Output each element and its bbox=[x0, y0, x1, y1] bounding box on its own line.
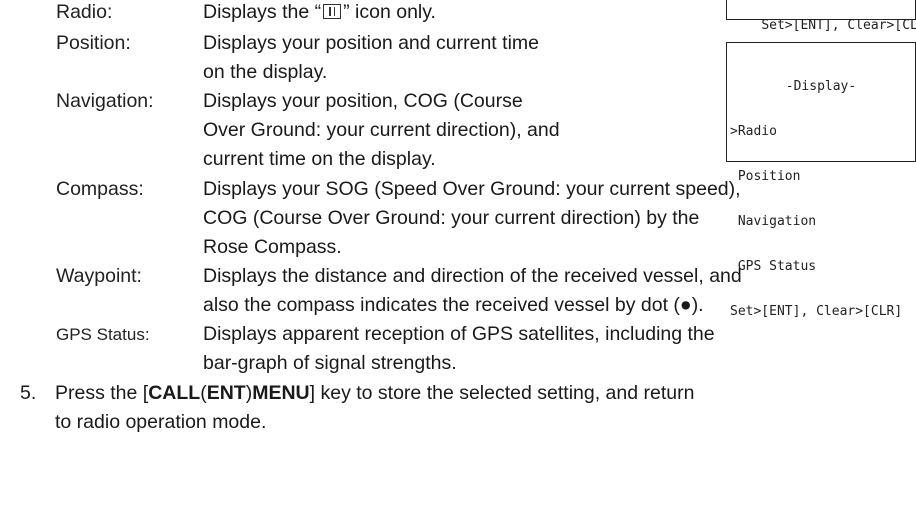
step-5-post: ] key to store the selected setting, and… bbox=[309, 382, 695, 404]
desc-gps-status-line2: bar-graph of signal strengths. bbox=[203, 352, 457, 374]
entry-radio: Radio: Displays the “ ” icon only. bbox=[56, 0, 436, 27]
term-position: Position: bbox=[56, 32, 131, 54]
entry-waypoint: Waypoint: Displays the distance and direc… bbox=[56, 262, 742, 291]
step-5: 5. Press the [CALL(ENT)MENU] key to store… bbox=[20, 379, 694, 408]
lcd-item-position: Position bbox=[730, 169, 801, 184]
step-5-pre: Press the [ bbox=[55, 382, 149, 404]
desc-radio-pre: Displays the “ bbox=[203, 1, 322, 23]
desc-radio: Displays the “ ” icon only. bbox=[203, 0, 436, 27]
desc-compass-line1: Displays your SOG (Speed Over Ground: yo… bbox=[203, 178, 741, 200]
entry-gps-status: GPS Status: Displays apparent reception o… bbox=[56, 320, 715, 349]
desc-navigation-line1: Displays your position, COG (Course bbox=[203, 90, 523, 112]
lcd-footer: Set>[ENT], Clear>[CLR] bbox=[730, 304, 903, 319]
radio-icon bbox=[323, 4, 342, 19]
desc-gps-status-line1: Displays apparent reception of GPS satel… bbox=[203, 323, 715, 345]
entry-position: Position: Displays your position and curr… bbox=[56, 29, 539, 58]
desc-waypoint-line1: Displays the distance and direction of t… bbox=[203, 265, 742, 287]
lcd-top-footer: Set>[ENT], Clear>[CLR] bbox=[761, 18, 916, 33]
term-gps-status: GPS Status: bbox=[56, 325, 150, 344]
desc-radio-post: ” icon only. bbox=[343, 1, 436, 23]
desc-waypoint-line2: also the compass indicates the received … bbox=[203, 294, 704, 316]
term-navigation: Navigation: bbox=[56, 90, 154, 112]
desc-position-line2: on the display. bbox=[203, 61, 328, 83]
lcd-screen-top: Set>[ENT], Clear>[CLR] bbox=[726, 0, 916, 33]
entry-compass: Compass: Displays your SOG (Speed Over Gr… bbox=[56, 175, 741, 204]
lcd-screen-display-menu: -Display- >Radio Position Navigation GPS… bbox=[726, 42, 916, 319]
step-number: 5. bbox=[20, 382, 37, 404]
lcd-item-radio: >Radio bbox=[730, 124, 777, 139]
manual-page: Radio: Displays the “ ” icon only. Positio… bbox=[0, 0, 916, 519]
entry-navigation: Navigation: Displays your position, COG (… bbox=[56, 87, 523, 116]
lcd-title: -Display- bbox=[785, 79, 857, 94]
term-compass: Compass: bbox=[56, 178, 144, 200]
lcd-item-gps-status: GPS Status bbox=[730, 259, 817, 274]
step-5-line2: to radio operation mode. bbox=[55, 411, 267, 433]
lcd-item-navigation: Navigation bbox=[730, 214, 817, 229]
desc-position-line1: Displays your position and current time bbox=[203, 32, 539, 54]
desc-navigation-line3: current time on the display. bbox=[203, 148, 436, 170]
call-key-label: CALL bbox=[148, 382, 201, 404]
menu-key-label: MENU bbox=[252, 382, 310, 404]
term-waypoint: Waypoint: bbox=[56, 265, 142, 287]
ent-key-label: ENT bbox=[206, 382, 246, 404]
desc-compass-line3: Rose Compass. bbox=[203, 236, 342, 258]
term-radio: Radio: bbox=[56, 1, 113, 23]
desc-compass-line2: COG (Course Over Ground: your current di… bbox=[203, 207, 700, 229]
desc-navigation-line2: Over Ground: your current direction), an… bbox=[203, 119, 560, 141]
